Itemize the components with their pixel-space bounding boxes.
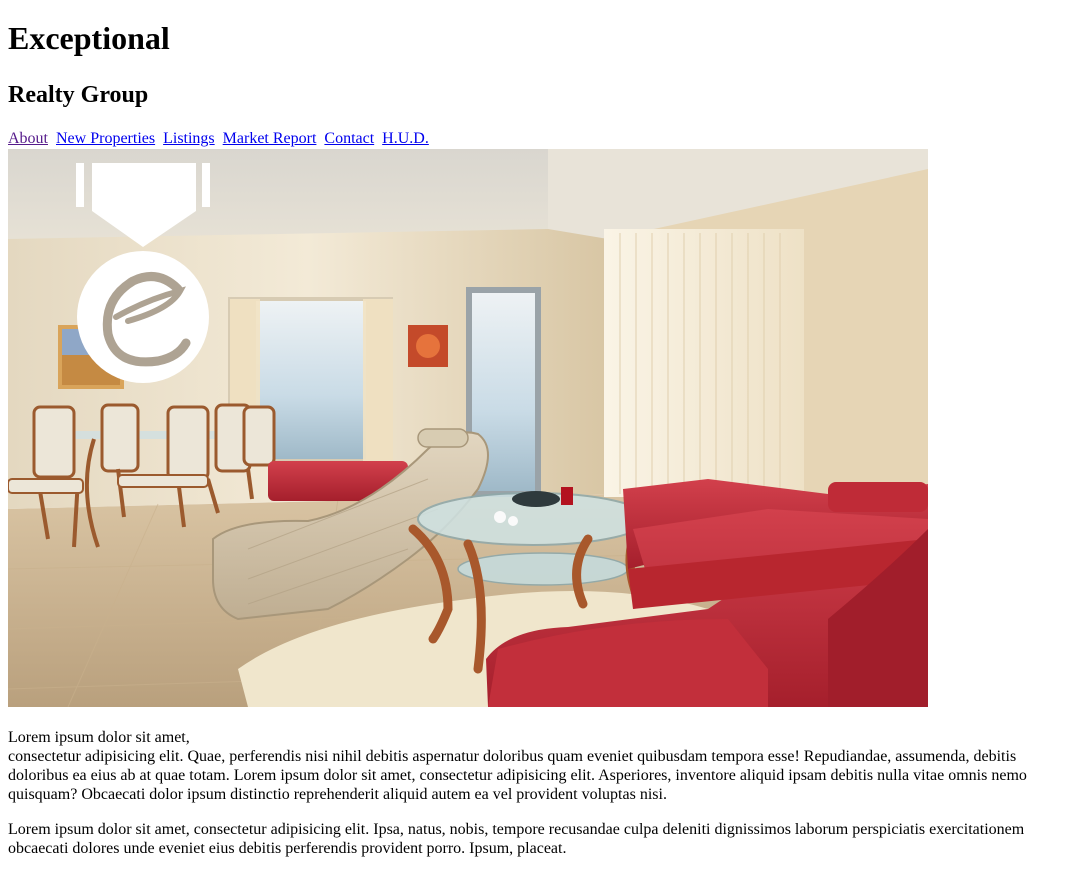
nav-link-contact[interactable]: Contact bbox=[324, 130, 374, 147]
main-content: Lorem ipsum dolor sit amet, consectetur … bbox=[8, 728, 1072, 874]
main-nav: About New Properties Listings Market Rep… bbox=[8, 129, 433, 148]
nav-link-about[interactable]: About bbox=[8, 130, 48, 147]
nav-link-listings[interactable]: Listings bbox=[163, 130, 215, 147]
nav-link-hud[interactable]: H.U.D. bbox=[382, 130, 429, 147]
paragraph-1-body: consectetur adipisicing elit. Quae, perf… bbox=[8, 748, 1027, 803]
site-subtitle: Realty Group bbox=[8, 82, 149, 108]
paragraph-1-intro: Lorem ipsum dolor sit amet, bbox=[8, 729, 190, 746]
paragraph-2: Lorem ipsum dolor sit amet, consectetur … bbox=[8, 821, 1025, 857]
living-room-photo bbox=[8, 149, 928, 707]
nav-link-new-properties[interactable]: New Properties bbox=[56, 130, 155, 147]
nav-link-market-report[interactable]: Market Report bbox=[223, 130, 317, 147]
hero-image bbox=[8, 149, 928, 707]
paragraph-1: Lorem ipsum dolor sit amet, consectetur … bbox=[8, 728, 1072, 804]
site-title: Exceptional bbox=[8, 20, 170, 56]
medal-e-logo-icon bbox=[76, 163, 210, 383]
